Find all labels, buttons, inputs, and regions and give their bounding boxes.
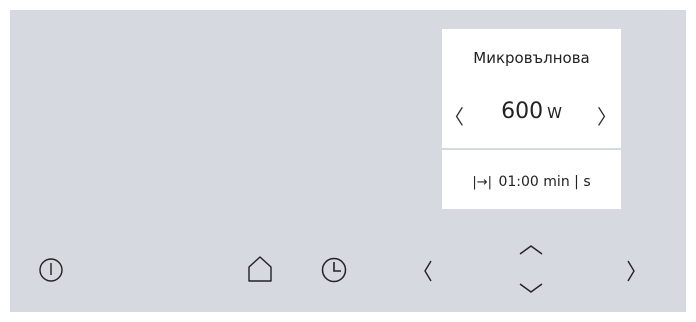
mode-title: Микровълнова [473,49,590,67]
timer-duration-icon: |→| [472,175,493,190]
down-button[interactable] [516,280,546,296]
power-icon [39,258,63,282]
timer-unit: min | s [543,174,591,190]
power-next-arrow[interactable]: 〉 [597,103,617,131]
left-button[interactable] [422,258,434,284]
power-selector: 〈 600 W 〉 [442,97,621,137]
clock-icon [321,257,347,283]
right-button[interactable] [625,258,637,284]
power-unit: W [547,104,562,122]
chevron-down-icon [519,283,543,293]
power-button[interactable] [38,257,64,283]
chevron-left-icon [424,260,432,282]
timer-value: 01:00 [498,174,539,190]
chevron-up-icon [519,245,543,255]
divider [442,148,621,150]
power-value-display: 600 W [442,99,621,124]
timer-button[interactable] [320,256,348,284]
chevron-right-icon [627,260,635,282]
power-value: 600 [501,99,544,124]
home-button[interactable] [246,254,274,284]
timer-setting[interactable]: |→| 01:00 min | s [442,174,621,190]
up-button[interactable] [516,242,546,258]
home-icon [248,256,272,282]
display-card: Микровълнова 〈 600 W 〉 |→| 01:00 min | s [442,29,621,209]
